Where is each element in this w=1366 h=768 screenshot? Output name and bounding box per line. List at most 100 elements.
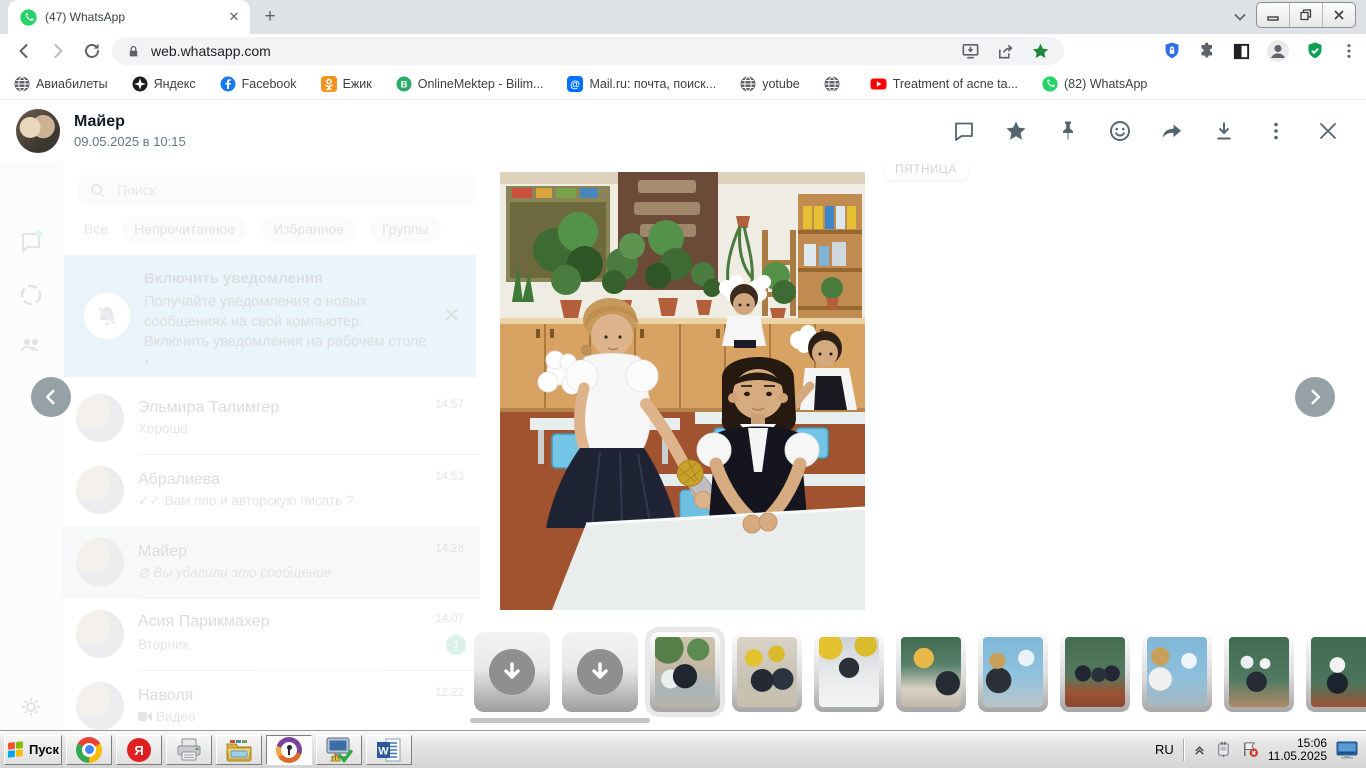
- viewer-menu-button[interactable]: [1264, 119, 1288, 143]
- shield-check-icon[interactable]: [1305, 41, 1325, 61]
- download-button[interactable]: [1212, 119, 1236, 143]
- url-text: web.whatsapp.com: [151, 43, 271, 59]
- window-minimize-button[interactable]: [1257, 3, 1290, 27]
- system-tray: RU 15:06 11.05.2025: [1151, 735, 1362, 765]
- status-icon[interactable]: [19, 283, 43, 307]
- pin-message-button[interactable]: [1056, 119, 1080, 143]
- tab-search-chevron-icon[interactable]: [1232, 9, 1248, 25]
- banner-link[interactable]: Включить уведомления на рабочем столе: [144, 332, 427, 352]
- photo-thumbnail-selected[interactable]: [650, 632, 720, 712]
- tray-date: 11.05.2025: [1267, 748, 1327, 763]
- next-photo-button[interactable]: [1295, 377, 1335, 417]
- chat-row-selected[interactable]: Майер 14:28 ⊘ Вы удалили это сообщение: [62, 526, 480, 599]
- photo-thumbnail[interactable]: [978, 632, 1048, 712]
- windows-taskbar: Пуск Я ! W RU 15:06 11.05.2025: [0, 730, 1366, 768]
- browser-tab[interactable]: (47) WhatsApp ✕: [8, 0, 250, 34]
- settings-gear-icon[interactable]: [19, 695, 43, 719]
- chat-row[interactable]: Абралиева 14:53 ✓✓ Вам ппо и авторскую пис…: [62, 454, 480, 527]
- photo-thumbnail[interactable]: [814, 632, 884, 712]
- profile-avatar-icon[interactable]: [1266, 39, 1290, 63]
- react-button[interactable]: [1108, 119, 1132, 143]
- window-restore-button[interactable]: [1290, 3, 1323, 27]
- back-icon[interactable]: [14, 41, 34, 61]
- taskbar-system-check-button[interactable]: !: [316, 734, 362, 765]
- taskbar-avast-browser-button[interactable]: [266, 734, 312, 765]
- filter-favorites[interactable]: Избранное: [261, 216, 357, 242]
- photo-thumbnail[interactable]: [1224, 632, 1294, 712]
- start-label: Пуск: [29, 742, 59, 757]
- notifications-banner[interactable]: Включить уведомления Получайте уведомлен…: [64, 255, 476, 377]
- banner-close-icon[interactable]: ✕: [443, 303, 460, 328]
- photo-thumbnail[interactable]: [1060, 632, 1130, 712]
- browser-tab-strip: (47) WhatsApp ✕ +: [0, 0, 1366, 34]
- bookmark-facebook[interactable]: Facebook: [220, 76, 297, 92]
- chat-row[interactable]: Эльмира Талимгер 14:57 Хорошо: [62, 382, 480, 455]
- bookmark-mailru[interactable]: @ Mail.ru: почта, поиск...: [567, 75, 716, 92]
- photo-viewer-image[interactable]: [500, 172, 866, 610]
- forward-icon[interactable]: [48, 41, 68, 61]
- odnoklassniki-icon: [320, 75, 337, 92]
- tab-close-icon[interactable]: ✕: [226, 9, 242, 25]
- photo-thumbnail[interactable]: [732, 632, 802, 712]
- taskbar-chrome-button[interactable]: [66, 734, 112, 765]
- tray-clock[interactable]: 15:06 11.05.2025: [1267, 735, 1327, 763]
- search-input[interactable]: Поиск: [78, 175, 476, 205]
- photo-thumbnail[interactable]: [1306, 632, 1366, 712]
- chevron-left-icon: [45, 389, 55, 405]
- bookmark-unnamed[interactable]: [824, 76, 846, 92]
- bookmark-yandex[interactable]: Яндекс: [132, 76, 196, 92]
- taskbar-word-button[interactable]: W: [366, 734, 412, 765]
- forward-button[interactable]: [1160, 119, 1184, 143]
- thumbnail-download-tile[interactable]: [562, 632, 638, 712]
- bookmark-ezhik[interactable]: Ежик: [320, 75, 372, 92]
- bookmark-yotube[interactable]: yotube: [740, 76, 800, 92]
- thumbnail-download-tile[interactable]: [474, 632, 550, 712]
- extensions-puzzle-icon[interactable]: [1197, 41, 1217, 61]
- photo-thumbnail[interactable]: [1142, 632, 1212, 712]
- taskbar-printer-button[interactable]: [166, 734, 212, 765]
- halfsquare-extension-icon[interactable]: [1232, 42, 1251, 61]
- downloads-icon[interactable]: [961, 42, 980, 61]
- share-icon[interactable]: [996, 42, 1015, 61]
- window-close-button[interactable]: [1323, 3, 1355, 27]
- svg-text:W: W: [378, 745, 389, 757]
- filter-groups[interactable]: Группы: [370, 216, 441, 242]
- bookmark-whatsapp[interactable]: (82) WhatsApp: [1042, 75, 1147, 92]
- browser-menu-kebab-icon[interactable]: [1340, 42, 1358, 60]
- taskbar-folder-button[interactable]: [216, 734, 262, 765]
- start-button[interactable]: Пуск: [4, 734, 62, 765]
- tray-divider: [1182, 738, 1184, 761]
- chats-icon[interactable]: [19, 230, 43, 254]
- viewer-close-button[interactable]: [1316, 119, 1340, 143]
- go-to-message-button[interactable]: [952, 119, 976, 143]
- shield-lock-extension-icon[interactable]: [1162, 41, 1182, 61]
- screen: (47) WhatsApp ✕ + web.whatsapp.com Авиаб…: [0, 0, 1366, 768]
- communities-icon[interactable]: [19, 333, 43, 357]
- language-indicator[interactable]: RU: [1155, 742, 1174, 757]
- bookmark-star-icon[interactable]: [1031, 42, 1050, 61]
- bookmark-aviabilety[interactable]: Авиабилеты: [14, 76, 108, 92]
- star-message-button[interactable]: [1004, 119, 1028, 143]
- show-desktop-icon[interactable]: [1336, 741, 1358, 759]
- chat-avatar: [76, 394, 124, 442]
- chat-row[interactable]: Наволя 12:22 Видео: [62, 670, 480, 730]
- photo-thumbnail[interactable]: [896, 632, 966, 712]
- address-bar[interactable]: web.whatsapp.com: [112, 37, 1064, 65]
- new-tab-button[interactable]: +: [260, 7, 280, 27]
- chat-row[interactable]: Асия Парикмахер 14:07 Вторник 1: [62, 598, 480, 671]
- thumbnail-scrollbar[interactable]: [470, 718, 650, 723]
- previous-photo-button[interactable]: [31, 377, 71, 417]
- video-icon: [138, 712, 152, 721]
- sender-avatar[interactable]: [16, 109, 60, 153]
- reload-icon[interactable]: [82, 41, 102, 61]
- filter-all[interactable]: Все: [84, 221, 108, 237]
- bookmark-onlinemektep[interactable]: B OnlineMektep - Bilim...: [396, 76, 543, 92]
- tray-expand-chevron-icon[interactable]: [1193, 743, 1206, 756]
- filter-unread[interactable]: Непрочитанное: [122, 216, 248, 242]
- tray-device-icon[interactable]: [1215, 741, 1232, 758]
- bookmark-youtube-video[interactable]: Treatment of acne ta...: [870, 76, 1018, 92]
- tray-flag-alert-icon[interactable]: [1241, 741, 1259, 758]
- tray-time: 15:06: [1296, 735, 1327, 750]
- globe-icon: [14, 76, 30, 91]
- taskbar-yandex-browser-button[interactable]: Я: [116, 734, 162, 765]
